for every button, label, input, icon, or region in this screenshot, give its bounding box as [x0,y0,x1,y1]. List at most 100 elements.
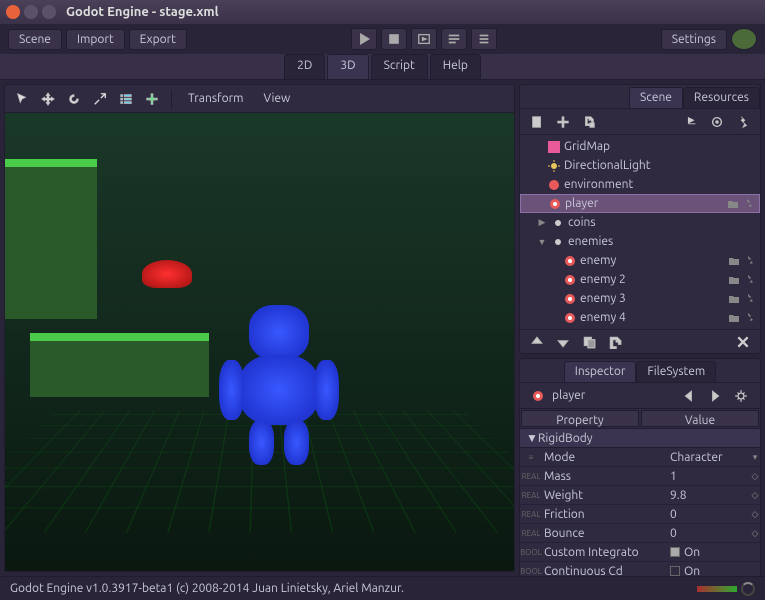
tree-node-environment[interactable]: environment [520,175,760,194]
viewport-toolbar: Transform View [5,85,514,113]
view-menu[interactable]: View [256,89,299,108]
property-column-header[interactable]: Property [521,410,639,427]
tree-node-enemy-4[interactable]: enemy 4 [520,308,760,327]
menu-export[interactable]: Export [129,29,187,50]
move-tool[interactable] [37,88,59,110]
property-row[interactable]: REALBounce0◇ [520,524,760,543]
status-text: Godot Engine v1.0.3917-beta1 (c) 2008-20… [10,582,404,595]
delete-node-button[interactable] [732,331,754,353]
move-up-button[interactable] [526,331,548,353]
rigidbody-icon [531,389,545,403]
new-node-button[interactable] [526,111,548,133]
folder-icon[interactable] [728,255,740,267]
folder-icon[interactable] [728,293,740,305]
tab-inspector[interactable]: Inspector [564,361,637,382]
tab-help[interactable]: Help [430,54,481,79]
property-row[interactable]: REALWeight9.8◇ [520,486,760,505]
dropdown-icon[interactable]: ▾ [750,452,760,463]
play-custom-button[interactable] [441,28,467,50]
tree-node-coins[interactable]: ▶coins [520,213,760,232]
history-back-button[interactable] [678,385,700,407]
script-button[interactable] [732,111,754,133]
property-group-rigidbody[interactable]: ▼RigidBody [520,429,760,448]
window-minimize-button[interactable] [24,5,38,19]
property-row[interactable]: BOOLContinuous CdOn [520,562,760,576]
play-scene-button[interactable] [411,28,437,50]
expand-arrow[interactable]: ▶ [536,217,548,228]
property-list[interactable]: ▼RigidBody ≡ModeCharacter▾ REALMass1◇ RE… [520,429,760,576]
tree-node-directional-light[interactable]: DirectionalLight [520,156,760,175]
property-row[interactable]: REALFriction0◇ [520,505,760,524]
settings-button[interactable]: Settings [661,29,727,50]
property-row[interactable]: BOOLCustom IntegratoOn [520,543,760,562]
3d-viewport[interactable] [5,113,514,571]
rigidbody-icon [563,311,577,325]
script-attach-icon[interactable] [744,312,756,324]
add-node-button[interactable] [552,111,574,133]
window-close-button[interactable] [6,5,20,19]
rigidbody-icon [548,197,562,211]
debug-options-button[interactable] [471,28,497,50]
tree-node-enemy-3[interactable]: enemy 3 [520,289,760,308]
performance-bar [697,586,737,592]
script-attach-icon[interactable] [744,274,756,286]
duplicate-button[interactable] [578,331,600,353]
rotate-tool[interactable] [63,88,85,110]
status-bar: Godot Engine v1.0.3917-beta1 (c) 2008-20… [0,576,765,600]
add-tool[interactable] [141,88,163,110]
select-tool[interactable] [11,88,33,110]
menu-scene[interactable]: Scene [8,29,62,50]
tree-node-player[interactable]: player [520,194,760,213]
tree-node-enemy-2[interactable]: enemy 2 [520,270,760,289]
property-row[interactable]: REALMass1◇ [520,467,760,486]
instance-button[interactable] [578,111,600,133]
collapse-arrow[interactable]: ▼ [536,237,548,247]
tree-node-enemy[interactable]: enemy [520,251,760,270]
spinner-icon[interactable]: ◇ [750,509,760,520]
spinner-icon[interactable]: ◇ [750,528,760,539]
tab-scene[interactable]: Scene [629,87,683,108]
script-attach-icon[interactable] [744,293,756,305]
list-tool[interactable] [115,88,137,110]
menu-import[interactable]: Import [66,29,125,50]
workspace-tabs: 2D 3D Script Help [0,54,765,80]
enemy-visual [142,260,192,288]
value-column-header[interactable]: Value [641,410,759,427]
tab-resources[interactable]: Resources [683,87,760,108]
tree-node-enemies[interactable]: ▼enemies [520,232,760,251]
groups-button[interactable] [706,111,728,133]
folder-icon[interactable] [728,274,740,286]
tab-3d[interactable]: 3D [327,54,368,79]
move-down-button[interactable] [552,331,574,353]
property-row[interactable]: ≡ModeCharacter▾ [520,448,760,467]
checkbox[interactable] [670,547,680,557]
tree-node-gridmap[interactable]: GridMap [520,137,760,156]
terrain-platform [30,333,208,397]
folder-icon[interactable] [728,312,740,324]
script-attach-icon[interactable] [744,255,756,267]
tab-2d[interactable]: 2D [284,54,325,79]
tab-filesystem[interactable]: FileSystem [636,361,716,382]
connect-button[interactable] [680,111,702,133]
spinner-icon[interactable]: ◇ [750,471,760,482]
environment-icon [547,178,561,192]
grid-icon [547,140,561,154]
scene-panel: Scene Resources GridMa [519,84,761,354]
inspector-panel: Inspector FileSystem player Property [519,358,761,576]
transform-menu[interactable]: Transform [180,89,252,108]
folder-icon[interactable] [727,198,739,210]
stop-button[interactable] [381,28,407,50]
script-attach-icon[interactable] [743,198,755,210]
reparent-button[interactable] [604,331,626,353]
spinner-icon[interactable]: ◇ [750,490,760,501]
play-button[interactable] [351,28,377,50]
checkbox[interactable] [670,566,680,576]
tab-script[interactable]: Script [371,54,428,79]
inspector-options-button[interactable] [730,385,752,407]
scene-tree[interactable]: GridMap DirectionalLight environment pla… [520,135,760,329]
history-forward-button[interactable] [704,385,726,407]
terrain-block [5,159,97,319]
window-title: Godot Engine - stage.xml [66,5,219,19]
scale-tool[interactable] [89,88,111,110]
window-maximize-button[interactable] [42,5,56,19]
